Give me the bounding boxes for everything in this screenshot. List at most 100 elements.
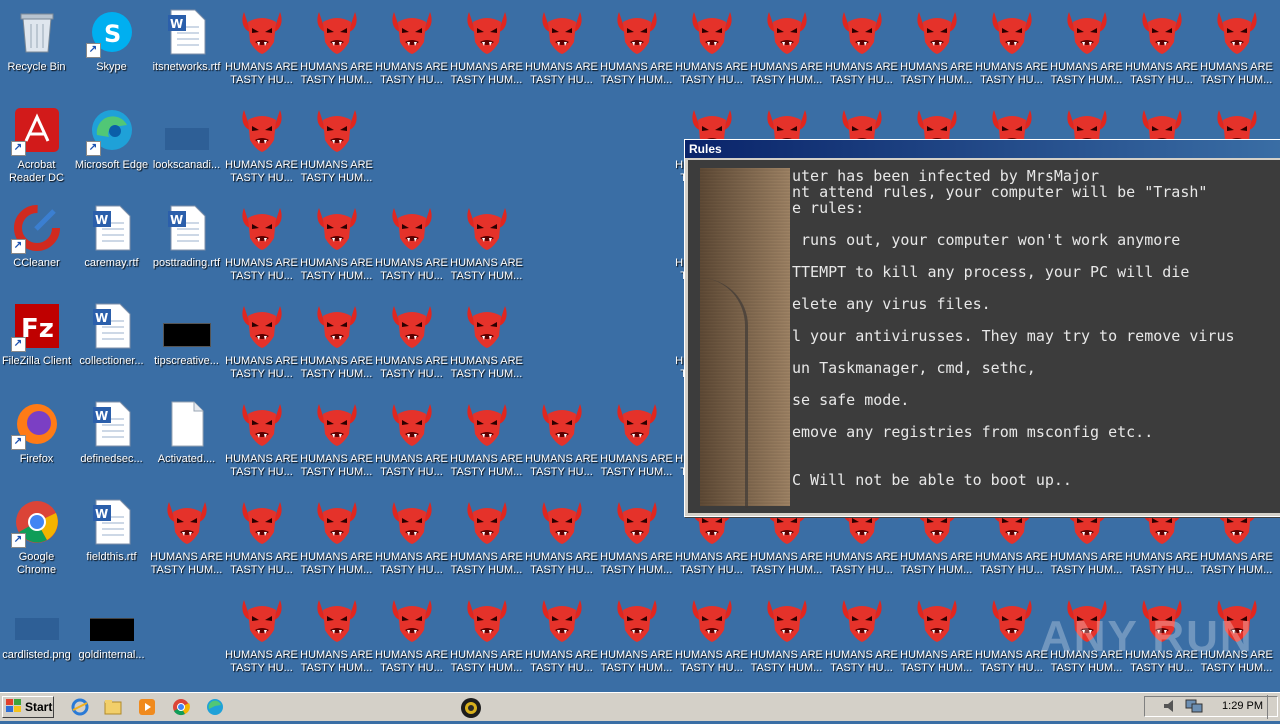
desktop-icon-fieldthis[interactable]: W fieldthis.rtf xyxy=(74,490,149,580)
desktop-icon-demon-shortcut[interactable]: HUMANS ARE TASTY HU... xyxy=(1124,0,1199,90)
desktop-icon-activated[interactable]: Activated.... xyxy=(149,392,224,482)
desktop-icon-demon-shortcut[interactable]: HUMANS ARE TASTY HUM... xyxy=(599,0,674,90)
desktop-icon-demon-shortcut[interactable]: HUMANS ARE TASTY HUM... xyxy=(299,490,374,580)
desktop-icon-filezilla[interactable]: Fz ↗ FileZilla Client xyxy=(0,294,74,384)
desktop-icon-recycle-bin[interactable]: Recycle Bin xyxy=(0,0,74,90)
image-file-icon xyxy=(88,596,136,644)
red-demon-icon xyxy=(988,596,1036,644)
red-demon-icon xyxy=(313,8,361,56)
desktop-icon-demon-shortcut[interactable]: HUMANS ARE TASTY HU... xyxy=(374,392,449,482)
desktop-icon-demon-shortcut[interactable]: HUMANS ARE TASTY HUM... xyxy=(299,196,374,286)
rules-text: uter has been infected by MrsMajor nt at… xyxy=(792,168,1280,488)
desktop-icon-label: HUMANS ARE TASTY HU... xyxy=(975,551,1048,576)
desktop-icon-goldinternal[interactable]: goldinternal... xyxy=(74,588,149,678)
desktop-icon-posttrading[interactable]: W posttrading.rtf xyxy=(149,196,224,286)
desktop-icon-demon-shortcut[interactable]: HUMANS ARE TASTY HUM... xyxy=(449,0,524,90)
desktop-icon-label: HUMANS ARE TASTY HUM... xyxy=(600,453,673,478)
desktop-icon-demon-shortcut[interactable]: HUMANS ARE TASTY HU... xyxy=(524,588,599,678)
desktop-icon-demon-shortcut[interactable]: HUMANS ARE TASTY HU... xyxy=(974,588,1049,678)
desktop-icon-demon-shortcut[interactable]: HUMANS ARE TASTY HU... xyxy=(224,490,299,580)
system-tray: 1:29 PM xyxy=(1144,696,1278,717)
desktop-icon-demon-shortcut[interactable]: HUMANS ARE TASTY HUM... xyxy=(299,392,374,482)
desktop-icon-demon-shortcut[interactable]: HUMANS ARE TASTY HUM... xyxy=(299,98,374,188)
desktop-icon-demon-shortcut[interactable]: HUMANS ARE TASTY HUM... xyxy=(599,392,674,482)
mrsmajor-app-icon[interactable] xyxy=(458,697,482,719)
red-demon-icon xyxy=(913,596,961,644)
volume-icon[interactable] xyxy=(1163,699,1179,718)
desktop-icon-demon-shortcut[interactable]: HUMANS ARE TASTY HUM... xyxy=(449,196,524,286)
desktop-icon-demon-shortcut[interactable]: HUMANS ARE TASTY HUM... xyxy=(149,490,224,580)
desktop-icon-demon-shortcut[interactable]: HUMANS ARE TASTY HUM... xyxy=(449,294,524,384)
desktop-icon-demon-shortcut[interactable]: HUMANS ARE TASTY HUM... xyxy=(299,588,374,678)
red-demon-icon xyxy=(763,596,811,644)
desktop-icon-itsnetworks[interactable]: W itsnetworks.rtf xyxy=(149,0,224,90)
desktop-icon-demon-shortcut[interactable]: HUMANS ARE TASTY HU... xyxy=(224,0,299,90)
desktop-icon-label: HUMANS ARE TASTY HU... xyxy=(225,453,298,478)
ccleaner-icon: ↗ xyxy=(10,204,61,254)
ie-icon[interactable] xyxy=(71,698,89,716)
shortcut-arrow-icon: ↗ xyxy=(10,239,26,254)
desktop-icon-demon-shortcut[interactable]: HUMANS ARE TASTY HUM... xyxy=(299,0,374,90)
desktop-icon-demon-shortcut[interactable]: HUMANS ARE TASTY HUM... xyxy=(449,490,524,580)
desktop-icon-demon-shortcut[interactable]: HUMANS ARE TASTY HU... xyxy=(374,0,449,90)
desktop-icon-demon-shortcut[interactable]: HUMANS ARE TASTY HU... xyxy=(824,0,899,90)
rules-window[interactable]: Rules uter has been infected by MrsMajor… xyxy=(684,139,1280,517)
desktop-icon-demon-shortcut[interactable]: HUMANS ARE TASTY HUM... xyxy=(449,392,524,482)
desktop-icon-demon-shortcut[interactable]: HUMANS ARE TASTY HU... xyxy=(224,588,299,678)
red-demon-icon xyxy=(688,8,736,56)
desktop-icon-demon-shortcut[interactable]: HUMANS ARE TASTY HUM... xyxy=(1049,0,1124,90)
start-button[interactable]: Start xyxy=(2,696,54,718)
desktop-icon-demon-shortcut[interactable]: HUMANS ARE TASTY HU... xyxy=(524,0,599,90)
desktop-icon-demon-shortcut[interactable]: HUMANS ARE TASTY HU... xyxy=(674,0,749,90)
desktop-icon-demon-shortcut[interactable]: HUMANS ARE TASTY HU... xyxy=(524,490,599,580)
desktop-icon-demon-shortcut[interactable]: HUMANS ARE TASTY HU... xyxy=(224,294,299,384)
desktop-icon-lookscanadi[interactable]: lookscanadi... xyxy=(149,98,224,188)
desktop-icon-demon-shortcut[interactable]: HUMANS ARE TASTY HU... xyxy=(224,392,299,482)
desktop-icon-demon-shortcut[interactable]: HUMANS ARE TASTY HU... xyxy=(824,588,899,678)
desktop-icon-demon-shortcut[interactable]: HUMANS ARE TASTY HUM... xyxy=(899,588,974,678)
explorer-icon[interactable] xyxy=(104,698,122,716)
desktop-icon-demon-shortcut[interactable]: HUMANS ARE TASTY HUM... xyxy=(899,0,974,90)
desktop-icon-caremay[interactable]: W caremay.rtf xyxy=(74,196,149,286)
desktop-icon-demon-shortcut[interactable]: HUMANS ARE TASTY HU... xyxy=(374,588,449,678)
desktop-icon-cardlisted[interactable]: cardlisted.png xyxy=(0,588,74,678)
desktop-icon-demon-shortcut[interactable]: HUMANS ARE TASTY HUM... xyxy=(599,588,674,678)
desktop-icon-demon-shortcut[interactable]: HUMANS ARE TASTY HUM... xyxy=(1199,0,1274,90)
desktop-icon-demon-shortcut[interactable]: HUMANS ARE TASTY HUM... xyxy=(449,588,524,678)
desktop-icon-skype[interactable]: S ↗ Skype xyxy=(74,0,149,90)
shortcut-arrow-icon: ↗ xyxy=(85,141,101,156)
desktop-icon-firefox[interactable]: ↗ Firefox xyxy=(0,392,74,482)
desktop-icon-demon-shortcut[interactable]: HUMANS ARE TASTY HU... xyxy=(224,98,299,188)
desktop-icon-label: HUMANS ARE TASTY HU... xyxy=(525,551,598,576)
network-icon[interactable] xyxy=(1185,699,1203,718)
desktop-icon-demon-shortcut[interactable]: HUMANS ARE TASTY HUM... xyxy=(299,294,374,384)
media-player-icon[interactable] xyxy=(138,698,156,716)
edge-taskbar-icon[interactable] xyxy=(206,698,224,716)
desktop-icon-label: HUMANS ARE TASTY HUM... xyxy=(150,551,223,576)
red-demon-icon xyxy=(463,498,511,546)
rules-line: e rules: xyxy=(792,199,865,217)
desktop-icon-demon-shortcut[interactable]: HUMANS ARE TASTY HUM... xyxy=(599,490,674,580)
desktop-icon-demon-shortcut[interactable]: HUMANS ARE TASTY HU... xyxy=(374,294,449,384)
desktop-icon-tipscreative[interactable]: tipscreative... xyxy=(149,294,224,384)
desktop-icon-chrome[interactable]: ↗ Google Chrome xyxy=(0,490,74,580)
desktop-icon-demon-shortcut[interactable]: HUMANS ARE TASTY HU... xyxy=(224,196,299,286)
desktop-icon-label: HUMANS ARE TASTY HU... xyxy=(975,61,1048,86)
desktop-icon-edge[interactable]: ↗ Microsoft Edge xyxy=(74,98,149,188)
desktop-icon-ccleaner[interactable]: ↗ CCleaner xyxy=(0,196,74,286)
desktop-icon-definedsec[interactable]: W definedsec... xyxy=(74,392,149,482)
desktop-icon-demon-shortcut[interactable]: HUMANS ARE TASTY HU... xyxy=(374,196,449,286)
desktop-icon-acrobat[interactable]: ↗ Acrobat Reader DC xyxy=(0,98,74,188)
desktop-icon-demon-shortcut[interactable]: HUMANS ARE TASTY HUM... xyxy=(749,588,824,678)
desktop-icon-demon-shortcut[interactable]: HUMANS ARE TASTY HUM... xyxy=(749,0,824,90)
desktop-icon-demon-shortcut[interactable]: HUMANS ARE TASTY HU... xyxy=(374,490,449,580)
desktop-icon-demon-shortcut[interactable]: HUMANS ARE TASTY HU... xyxy=(524,392,599,482)
chrome-taskbar-icon[interactable] xyxy=(172,698,190,716)
rules-window-titlebar[interactable]: Rules xyxy=(685,140,1280,158)
desktop-icon-label: HUMANS ARE TASTY HU... xyxy=(225,61,298,86)
desktop-icon-demon-shortcut[interactable]: HUMANS ARE TASTY HU... xyxy=(974,0,1049,90)
desktop-icon-collectioner[interactable]: W collectioner... xyxy=(74,294,149,384)
show-desktop-button[interactable] xyxy=(1267,695,1280,719)
clock[interactable]: 1:29 PM xyxy=(1222,700,1263,712)
desktop-icon-demon-shortcut[interactable]: HUMANS ARE TASTY HU... xyxy=(674,588,749,678)
